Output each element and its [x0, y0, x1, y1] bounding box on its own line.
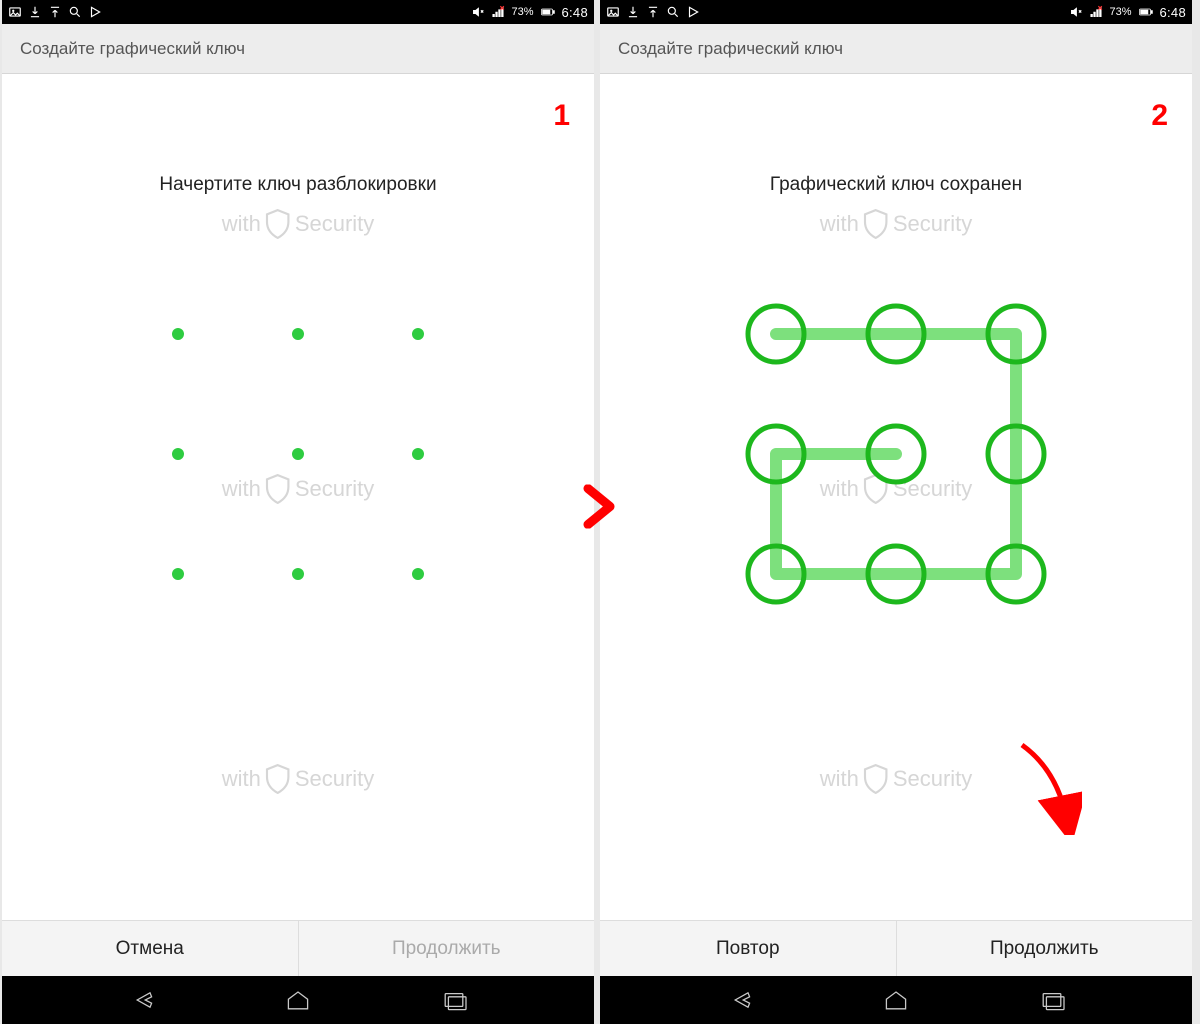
gallery-icon	[606, 5, 620, 19]
step-number-badge: 2	[1151, 99, 1168, 133]
continue-button[interactable]: Продолжить	[897, 921, 1193, 976]
android-nav-bar	[600, 976, 1192, 1024]
shield-icon	[863, 764, 889, 794]
battery-icon	[541, 5, 555, 19]
phone-screen-1: 73% 6:48 Создайте графический ключ 1 Нач…	[2, 0, 594, 1024]
volume-mute-icon	[471, 5, 485, 19]
footer-bar: Отмена Продолжить	[2, 920, 594, 976]
play-icon	[88, 5, 102, 19]
upload-icon	[48, 5, 62, 19]
instruction-text: Начертите ключ разблокировки	[2, 174, 594, 196]
status-bar: 73% 6:48	[600, 0, 1192, 24]
recent-apps-icon[interactable]	[1036, 987, 1068, 1013]
content-area: 1 Начертите ключ разблокировки with Secu…	[2, 74, 594, 920]
annotation-arrow	[1012, 740, 1082, 840]
footer-bar: Повтор Продолжить	[600, 920, 1192, 976]
shield-icon	[863, 209, 889, 239]
home-icon[interactable]	[282, 987, 314, 1013]
status-icons-right: 73% 6:48	[1069, 5, 1186, 20]
recent-apps-icon[interactable]	[438, 987, 470, 1013]
status-icons-left	[8, 5, 102, 19]
clock-text: 6:48	[1159, 5, 1186, 20]
battery-percent: 73%	[511, 6, 533, 18]
pattern-path	[776, 334, 1016, 574]
phone-screen-2: 73% 6:48 Создайте графический ключ 2 Гра…	[600, 0, 1192, 1024]
upload-icon	[646, 5, 660, 19]
play-icon	[686, 5, 700, 19]
watermark: with Security	[222, 764, 375, 794]
battery-percent: 73%	[1109, 6, 1131, 18]
pattern-grid[interactable]	[726, 284, 1066, 624]
back-icon[interactable]	[126, 987, 158, 1013]
pattern-dots	[172, 328, 424, 580]
search-icon	[68, 5, 82, 19]
step-number-badge: 1	[553, 99, 570, 133]
clock-text: 6:48	[561, 5, 588, 20]
instruction-text: Графический ключ сохранен	[600, 174, 1192, 196]
status-icons-left	[606, 5, 700, 19]
title-bar: Создайте графический ключ	[600, 24, 1192, 74]
watermark: with Security	[820, 764, 973, 794]
gallery-icon	[8, 5, 22, 19]
signal-icon	[491, 5, 505, 19]
continue-button[interactable]: Продолжить	[299, 921, 595, 976]
title-bar: Создайте графический ключ	[2, 24, 594, 74]
watermark: with Security	[222, 209, 375, 239]
home-icon[interactable]	[880, 987, 912, 1013]
signal-icon	[1089, 5, 1103, 19]
back-icon[interactable]	[724, 987, 756, 1013]
watermark: with Security	[820, 209, 973, 239]
download-icon	[626, 5, 640, 19]
page-title: Создайте графический ключ	[20, 39, 245, 59]
battery-icon	[1139, 5, 1153, 19]
page-title: Создайте графический ключ	[618, 39, 843, 59]
shield-icon	[265, 764, 291, 794]
pattern-grid[interactable]	[128, 284, 468, 624]
shield-icon	[265, 209, 291, 239]
retry-button[interactable]: Повтор	[600, 921, 897, 976]
volume-mute-icon	[1069, 5, 1083, 19]
search-icon	[666, 5, 680, 19]
cancel-button[interactable]: Отмена	[2, 921, 299, 976]
status-icons-right: 73% 6:48	[471, 5, 588, 20]
content-area: 2 Графический ключ сохранен with Securit…	[600, 74, 1192, 920]
android-nav-bar	[2, 976, 594, 1024]
download-icon	[28, 5, 42, 19]
status-bar: 73% 6:48	[2, 0, 594, 24]
